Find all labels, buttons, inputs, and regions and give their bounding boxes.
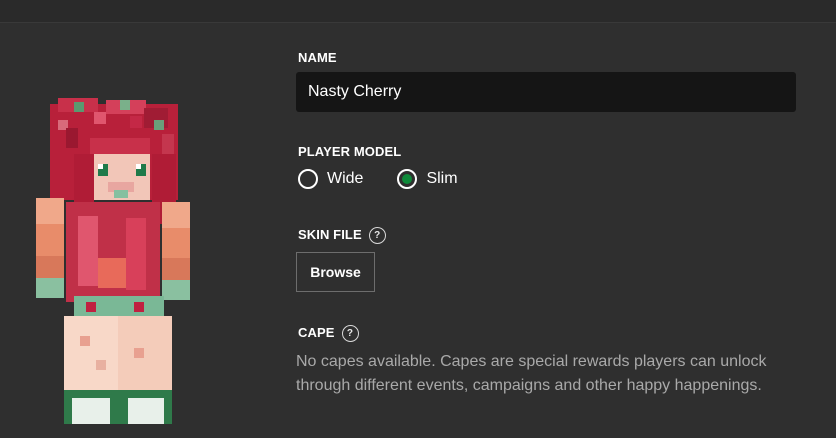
cape-label-row: CAPE? <box>298 325 359 342</box>
top-bar <box>0 0 836 23</box>
cape-description: No capes available. Capes are special re… <box>296 353 767 394</box>
radio-wide-label[interactable]: Wide <box>327 170 363 188</box>
skin-preview-image <box>36 98 190 424</box>
name-input[interactable] <box>296 72 796 112</box>
player-model-label: PLAYER MODEL <box>298 144 402 159</box>
radio-slim[interactable]: Slim <box>397 169 458 189</box>
help-icon[interactable]: ? <box>341 325 359 342</box>
skin-preview <box>34 98 194 434</box>
radio-slim-circle[interactable] <box>397 169 418 189</box>
skin-file-label: SKIN FILE <box>298 227 362 242</box>
radio-wide-circle[interactable] <box>298 169 318 189</box>
help-icon[interactable]: ? <box>368 227 386 244</box>
name-label: NAME <box>298 50 337 65</box>
cape-label: CAPE <box>298 325 335 340</box>
skin-file-label-row: SKIN FILE? <box>298 227 386 244</box>
radio-slim-label[interactable]: Slim <box>426 170 457 188</box>
player-model-radio-group: Wide Slim <box>298 169 492 189</box>
radio-wide[interactable]: Wide <box>298 169 363 189</box>
browse-button[interactable]: Browse <box>296 252 375 292</box>
